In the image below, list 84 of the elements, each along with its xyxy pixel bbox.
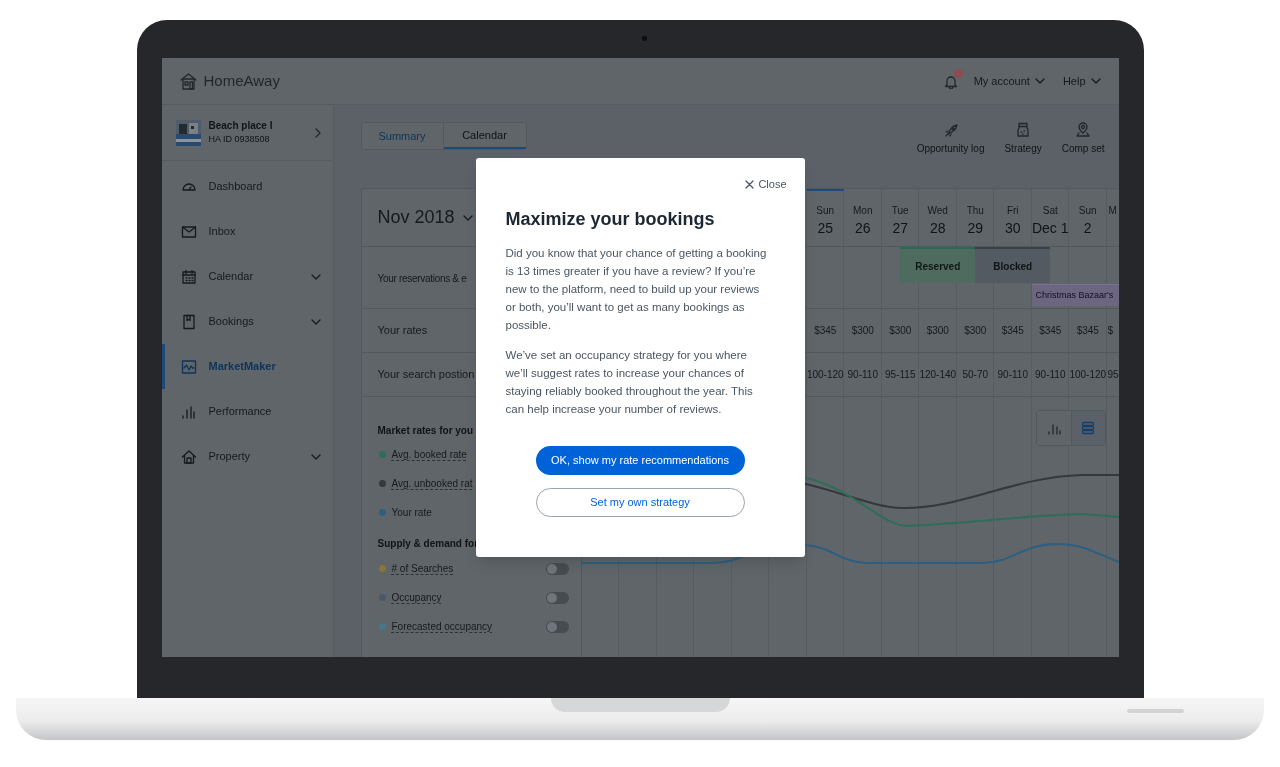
- sidebar-item[interactable]: Performance: [161, 389, 333, 434]
- booking-block[interactable]: Reserved: [900, 247, 976, 283]
- row-label: Your search postion: [377, 367, 475, 383]
- search-position-cell-text: 100-120: [806, 368, 844, 382]
- toolbar-button[interactable]: Comp set: [1061, 122, 1105, 156]
- chevron-right-icon: [314, 127, 321, 138]
- camera-icon: [641, 36, 647, 41]
- rate-cell-text: $345: [1075, 324, 1100, 338]
- legend-label[interactable]: Avg. unbooked rat: [391, 476, 473, 491]
- toggle-switch[interactable]: [545, 620, 569, 633]
- day-header: Wed 28: [926, 204, 949, 238]
- chevron-down-icon: [462, 214, 473, 221]
- day-header: M: [1107, 204, 1118, 218]
- row-label: Your reservations & e: [377, 272, 467, 286]
- close-icon: [745, 179, 755, 189]
- rate-cell-text: $300: [963, 324, 988, 338]
- day-header: Fri 30: [1003, 204, 1022, 238]
- booking-block[interactable]: Blocked: [975, 247, 1051, 283]
- account-menu[interactable]: My account: [973, 72, 1045, 90]
- help-menu[interactable]: Help: [1062, 72, 1101, 90]
- section-title: Market rates for you: [376, 424, 475, 437]
- rate-cell-text: $300: [925, 324, 950, 338]
- sidebar-item[interactable]: Property: [161, 434, 333, 479]
- book-icon: [180, 313, 197, 330]
- search-position-cell-text: 100-120: [1069, 368, 1107, 382]
- sidebar-item[interactable]: Bookings: [161, 299, 333, 344]
- chart-view-button[interactable]: [1070, 411, 1105, 445]
- secondary-button[interactable]: Set my own strategy: [535, 487, 745, 517]
- tab[interactable]: Calendar: [443, 123, 526, 149]
- jar-icon: [1015, 122, 1032, 138]
- rate-cell-text: $: [1106, 324, 1115, 338]
- property-name: Beach place I: [208, 119, 274, 134]
- legend-label[interactable]: Avg. booked rate: [391, 447, 467, 462]
- property-id: HA ID 0938508: [208, 133, 271, 147]
- house-icon: [180, 448, 197, 465]
- search-position-cell-text: 90-110: [996, 368, 1029, 382]
- envelope-icon: [180, 223, 197, 240]
- tab[interactable]: Summary: [361, 123, 444, 149]
- chevron-down-icon: [1090, 78, 1101, 84]
- toggle-switch[interactable]: [545, 562, 569, 575]
- month-picker[interactable]: Nov 2018: [377, 204, 473, 231]
- toolbar-button[interactable]: Strategy: [1004, 122, 1042, 156]
- search-position-cell-text: 50-70: [961, 368, 990, 382]
- day-header: Tue 27: [890, 204, 910, 238]
- chart-view-button[interactable]: [1036, 411, 1071, 445]
- day-header: Sun 2: [1077, 204, 1098, 238]
- legend-label[interactable]: Occupancy: [391, 590, 442, 605]
- day-header: Thu 29: [965, 204, 985, 238]
- property-card[interactable]: Beach place I HA ID 0938508: [161, 105, 333, 161]
- search-position-cell-text: 95-115: [884, 368, 917, 382]
- sidebar-item[interactable]: Calendar: [161, 254, 333, 299]
- row-label: Your rates: [377, 323, 428, 339]
- legend-label[interactable]: Forecasted occupancy: [391, 619, 493, 634]
- modal-title: Maximize your bookings: [505, 207, 716, 231]
- day-header: Mon 26: [852, 204, 874, 238]
- modal-text: We’ve set an occupancy strategy for you where we’ll suggest rates to increase your chances of staying reliably booked throughout the year. This can help increase your number of reviews.: [505, 347, 754, 417]
- chevron-down-icon: [1034, 78, 1045, 84]
- rate-cell-text: $300: [888, 324, 913, 338]
- search-position-cell-text: 95: [1106, 368, 1119, 382]
- sidebar-item[interactable]: Dashboard: [161, 164, 333, 209]
- rate-cell-text: $345: [813, 324, 838, 338]
- day-header: Sat Dec 1: [1031, 204, 1069, 238]
- calendar-icon: [180, 268, 197, 285]
- primary-button[interactable]: OK, show my rate recommendations: [535, 445, 745, 475]
- list-icon: [1081, 421, 1095, 435]
- search-position-cell-text: 120-140: [919, 368, 957, 382]
- legend-label[interactable]: # of Searches: [391, 561, 454, 576]
- rate-cell-text: $345: [1038, 324, 1063, 338]
- chart-icon: [180, 358, 197, 375]
- rate-cell-text: $345: [1000, 324, 1025, 338]
- bell-icon[interactable]: [943, 73, 958, 89]
- toggle-switch[interactable]: [545, 591, 569, 604]
- modal-text: Did you know that your chance of getting a booking is 13 times greater if you have a review? If you’re new to the platform, need to build up your reviews or both, you’ll want to get as many bookings as possible.: [505, 245, 768, 333]
- sidebar-item[interactable]: Inbox: [161, 209, 333, 254]
- logo-text: HomeAway: [203, 70, 280, 91]
- map-pin-icon: [1075, 122, 1092, 138]
- toolbar-button[interactable]: Opportunity log: [916, 122, 985, 156]
- house-logo-icon: [178, 72, 198, 90]
- event-block[interactable]: Christmas Bazaar's: [1031, 284, 1119, 306]
- legend-label[interactable]: Your rate: [391, 505, 432, 520]
- search-position-cell-text: 90-110: [1034, 368, 1067, 382]
- search-position-cell-text: 90-110: [846, 368, 879, 382]
- rate-cell-text: $300: [850, 324, 875, 338]
- close-button[interactable]: Close: [745, 176, 787, 193]
